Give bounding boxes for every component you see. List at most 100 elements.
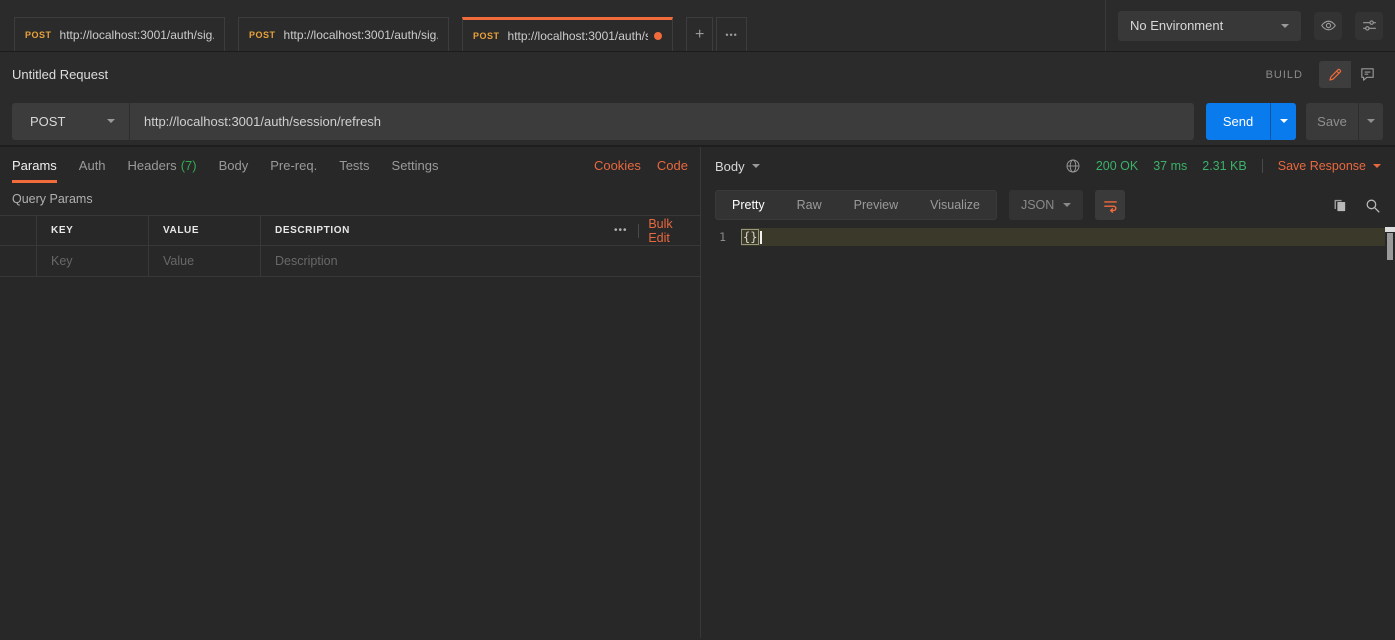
- response-section-label: Body: [715, 159, 745, 174]
- copy-response-button[interactable]: [1331, 197, 1348, 214]
- language-selected-label: JSON: [1021, 198, 1054, 212]
- tab-headers[interactable]: Headers(7): [128, 147, 197, 183]
- active-line-highlight: {}: [741, 228, 1385, 246]
- tab-url-label: http://localhost:3001/auth/sig...: [60, 28, 214, 42]
- response-panel: Body 200 OK 37 ms 2.31 KB Save Response: [701, 147, 1395, 638]
- response-language-selector[interactable]: JSON: [1009, 190, 1083, 220]
- tab-url-label: http://localhost:3001/auth/sig...: [284, 28, 438, 42]
- column-header-value: VALUE: [148, 216, 260, 245]
- column-header-description: DESCRIPTION: [260, 216, 600, 245]
- sliders-icon: [1361, 17, 1378, 34]
- wrap-text-icon: [1102, 197, 1119, 214]
- chevron-down-icon: [107, 119, 115, 123]
- send-button[interactable]: Send: [1206, 103, 1270, 140]
- wrap-lines-button[interactable]: [1095, 190, 1125, 220]
- send-split-button: Send: [1206, 103, 1296, 140]
- build-mode-label: BUILD: [1266, 69, 1303, 81]
- view-tab-visualize[interactable]: Visualize: [914, 191, 996, 219]
- chevron-down-icon: [1281, 24, 1289, 28]
- tab-auth[interactable]: Auth: [79, 147, 106, 183]
- divider: [638, 224, 639, 238]
- environment-quick-look-button[interactable]: [1314, 12, 1342, 40]
- view-tab-preview[interactable]: Preview: [838, 191, 914, 219]
- main-split: Params Auth Headers(7) Body Pre-req. Tes…: [0, 147, 1395, 638]
- save-button[interactable]: Save: [1306, 103, 1358, 140]
- param-key-input[interactable]: [51, 254, 148, 268]
- bulk-edit-link[interactable]: Bulk Edit: [648, 217, 688, 245]
- copy-icon: [1331, 197, 1348, 214]
- row-handle-column: [0, 216, 36, 245]
- response-toolbar: Pretty Raw Preview Visualize JSON: [701, 185, 1395, 225]
- response-tools: [1331, 197, 1381, 214]
- row-handle-cell: [0, 246, 36, 276]
- response-section-selector[interactable]: Body: [715, 159, 760, 174]
- save-split-button: Save: [1306, 103, 1383, 140]
- view-tab-raw[interactable]: Raw: [781, 191, 838, 219]
- comments-button[interactable]: [1351, 61, 1383, 88]
- status-badge: 200 OK: [1096, 159, 1138, 173]
- response-header: Body 200 OK 37 ms 2.31 KB Save Response: [701, 147, 1395, 185]
- tabs-menu-button[interactable]: •••: [716, 17, 746, 51]
- editor-scrollbar[interactable]: [1385, 227, 1395, 640]
- headers-count-badge: (7): [181, 158, 197, 173]
- chevron-down-icon: [1373, 164, 1381, 168]
- request-title: Untitled Request: [12, 67, 108, 82]
- header-bar: POST http://localhost:3001/auth/sig... P…: [0, 0, 1395, 52]
- view-tab-pretty[interactable]: Pretty: [716, 191, 781, 219]
- tab-tests[interactable]: Tests: [339, 147, 369, 183]
- chevron-down-icon: [1280, 119, 1288, 123]
- code-token: {}: [741, 229, 759, 245]
- postman-app: POST http://localhost:3001/auth/sig... P…: [0, 0, 1395, 640]
- network-globe-icon[interactable]: [1065, 158, 1081, 174]
- request-tab-1[interactable]: POST http://localhost:3001/auth/sig...: [14, 17, 225, 51]
- param-description-input[interactable]: [275, 254, 600, 268]
- tab-method-label: POST: [25, 30, 52, 40]
- chevron-down-icon: [752, 164, 760, 168]
- query-params-header-row: KEY VALUE DESCRIPTION ••• Bulk Edit: [0, 216, 700, 246]
- edit-mode-button[interactable]: [1319, 61, 1351, 88]
- query-params-title: Query Params: [0, 183, 700, 215]
- text-cursor: [760, 231, 762, 244]
- search-response-button[interactable]: [1364, 197, 1381, 214]
- url-input[interactable]: [130, 103, 1194, 140]
- save-response-button[interactable]: Save Response: [1278, 159, 1381, 173]
- chevron-down-icon: [1063, 203, 1071, 207]
- cookies-link[interactable]: Cookies: [594, 158, 641, 173]
- response-size: 2.31 KB: [1202, 159, 1246, 173]
- environment-selected-label: No Environment: [1130, 18, 1223, 33]
- save-options-button[interactable]: [1358, 103, 1383, 140]
- params-menu-dots-icon[interactable]: •••: [614, 225, 628, 236]
- column-header-key: KEY: [36, 216, 148, 245]
- request-tab-2[interactable]: POST http://localhost:3001/auth/sig...: [238, 17, 449, 51]
- request-panel: Params Auth Headers(7) Body Pre-req. Tes…: [0, 147, 701, 638]
- line-number: 1: [701, 230, 741, 244]
- send-options-button[interactable]: [1270, 103, 1296, 140]
- scrollbar-thumb[interactable]: [1387, 233, 1393, 260]
- request-subtabs: Params Auth Headers(7) Body Pre-req. Tes…: [0, 147, 700, 183]
- title-row-actions: BUILD: [1266, 61, 1383, 88]
- code-link[interactable]: Code: [657, 158, 688, 173]
- scrollbar-annotation: [1385, 227, 1395, 232]
- divider: [1262, 159, 1263, 173]
- search-icon: [1364, 197, 1381, 214]
- url-bar: POST: [12, 103, 1194, 140]
- method-selector[interactable]: POST: [12, 103, 130, 140]
- response-time: 37 ms: [1153, 159, 1187, 173]
- environment-selector[interactable]: No Environment: [1118, 11, 1301, 41]
- eye-icon: [1320, 17, 1337, 34]
- workspace-tabstrip: POST http://localhost:3001/auth/sig... P…: [0, 0, 1105, 51]
- query-params-input-row: [0, 246, 700, 277]
- environment-settings-button[interactable]: [1355, 12, 1383, 40]
- query-params-table: KEY VALUE DESCRIPTION ••• Bulk Edit: [0, 215, 700, 277]
- param-value-input[interactable]: [163, 254, 260, 268]
- tab-settings[interactable]: Settings: [392, 147, 439, 183]
- tab-params[interactable]: Params: [12, 147, 57, 183]
- new-tab-button[interactable]: +: [686, 17, 713, 51]
- request-builder-row: POST Send Save: [0, 97, 1395, 147]
- code-line: 1 {}: [701, 228, 1395, 246]
- tab-pre-request[interactable]: Pre-req.: [270, 147, 317, 183]
- request-links: Cookies Code: [594, 147, 688, 183]
- request-tab-3-active[interactable]: POST http://localhost:3001/auth/ses...: [462, 17, 673, 51]
- tab-body[interactable]: Body: [219, 147, 249, 183]
- response-body-editor[interactable]: 1 {}: [701, 225, 1395, 638]
